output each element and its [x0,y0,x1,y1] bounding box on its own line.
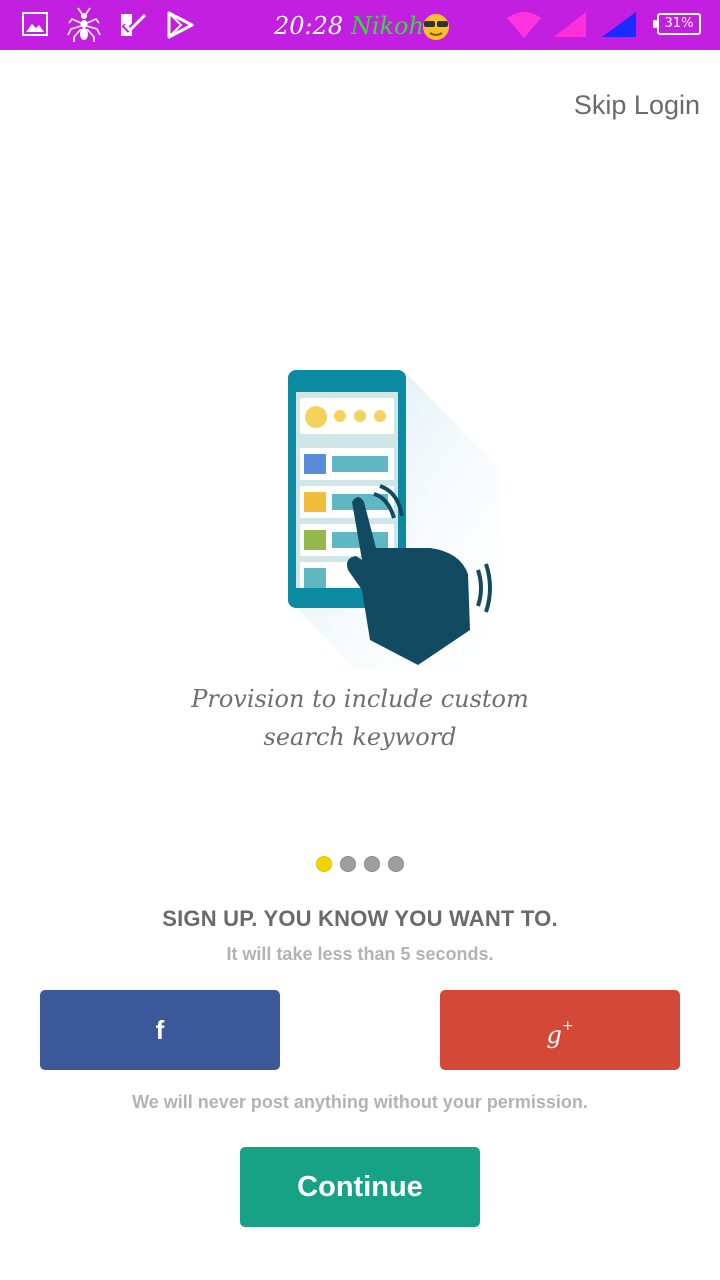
status-bar: 20:28 Nikoh 31% [0,0,720,50]
signal-icon [554,12,586,37]
signup-heading: SIGN UP. YOU KNOW YOU WANT TO. [162,906,558,931]
google-plus-icon: g+ [546,1018,574,1049]
onboarding-caption: Provision to include custom search keywo… [100,680,620,756]
skip-login-link[interactable]: Skip Login [574,90,700,121]
play-store-icon [167,11,194,39]
page-dot-1[interactable] [316,856,332,872]
wifi-icon [507,12,541,38]
facebook-icon: f [155,1015,165,1045]
phone-tap-illustration [288,370,500,670]
continue-button[interactable]: Continue [240,1147,480,1227]
page-dot-2[interactable] [340,856,356,872]
tasks-icon [121,13,147,36]
permission-notice: We will never post anything without your… [132,1092,588,1112]
clock-text: 20:28 [274,12,344,40]
battery-icon: 31% [653,13,701,35]
signup-subheading: It will take less than 5 seconds. [226,944,494,964]
status-time: 20:28 Nikoh [274,11,424,41]
page-dot-4[interactable] [388,856,404,872]
facebook-login-button[interactable]: f [40,990,280,1070]
page-indicator [0,856,720,872]
emoji-sunglasses-icon [423,14,449,40]
page-dot-3[interactable] [364,856,380,872]
google-plus-login-button[interactable]: g+ [440,990,680,1070]
gallery-icon [22,12,48,36]
ant-icon [67,7,101,42]
caption-line-1: Provision to include custom [191,685,529,713]
carrier-name: Nikoh [350,12,424,40]
caption-line-2: search keyword [263,723,457,751]
signal-icon-2 [602,12,636,37]
